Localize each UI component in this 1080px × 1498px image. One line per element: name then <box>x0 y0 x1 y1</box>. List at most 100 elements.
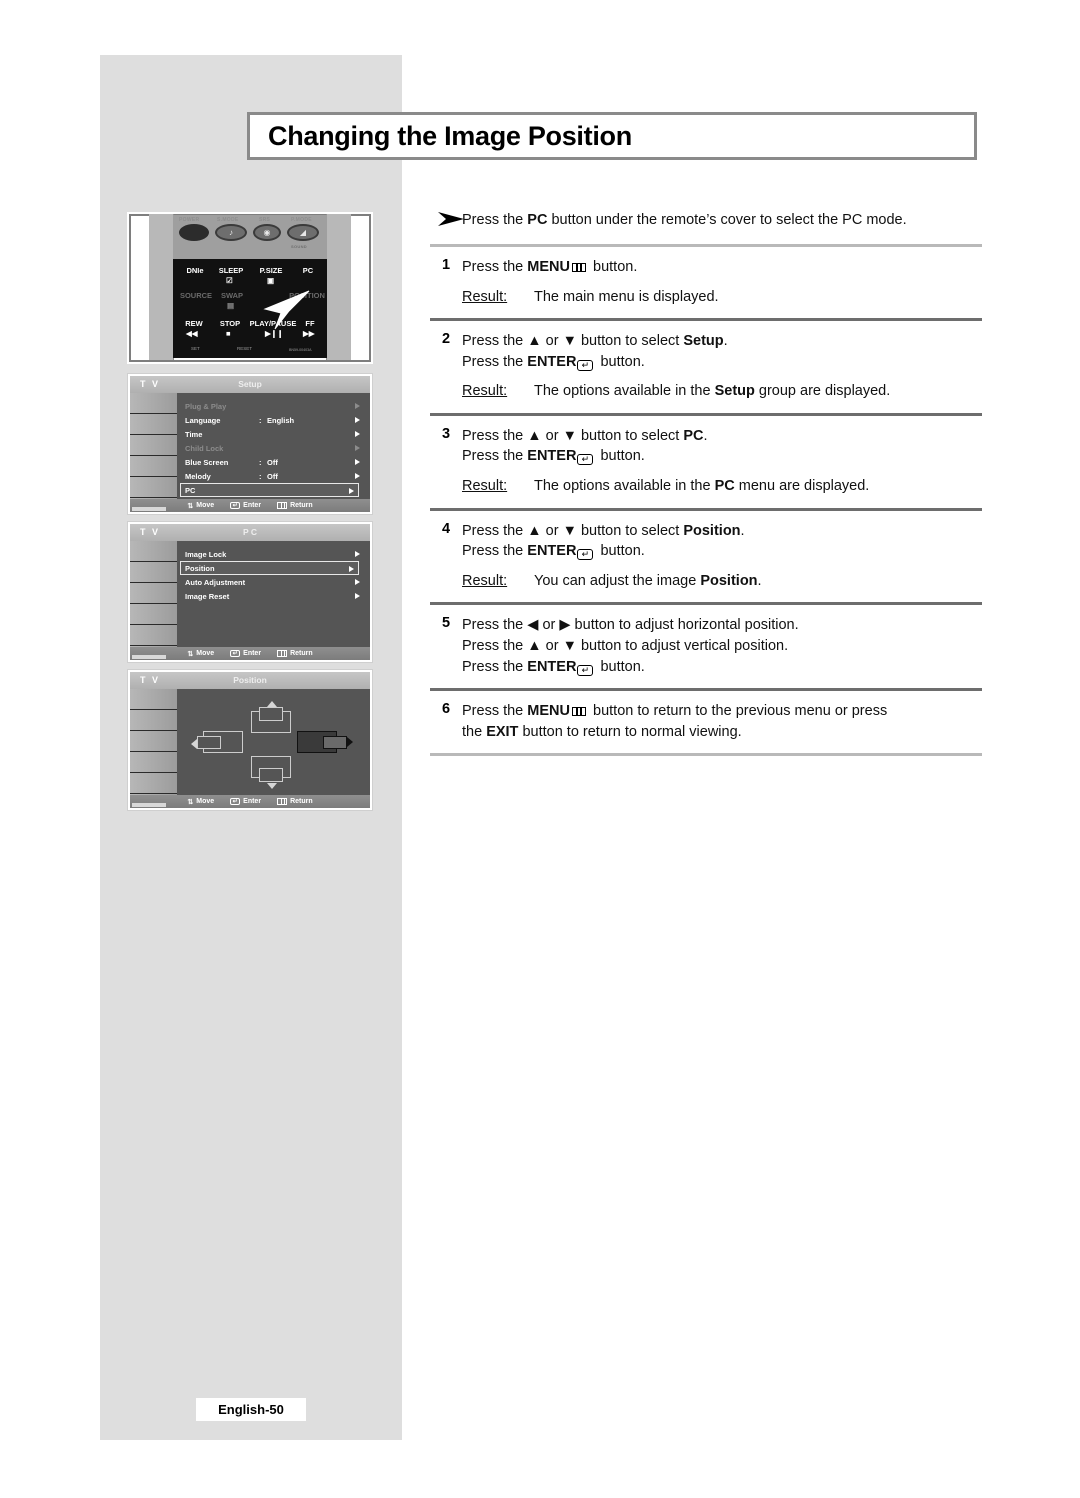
remote-key-swap: SWAP <box>220 291 244 300</box>
step-text: . <box>723 333 728 350</box>
osd-row-value: Off <box>267 471 278 481</box>
updown-icon: ⇅ <box>187 798 194 806</box>
step-number: 5 <box>442 615 451 632</box>
osd-footer-move: ⇅ Move <box>187 650 214 658</box>
osd-footer-return-label: Return <box>290 798 313 805</box>
page-title-box: Changing the Image Position <box>247 112 977 160</box>
step-4-text: Press the ▲ or ▼ button to select Positi… <box>462 521 982 592</box>
remote-key-dnie: DNIe <box>186 266 204 275</box>
osd-setup-row-melody[interactable]: Melody : Off <box>185 469 364 483</box>
step-text: button. <box>596 448 645 465</box>
osd-footer-move: ⇅ Move <box>187 798 214 806</box>
osd-row-label: Child Lock <box>185 443 224 453</box>
osd-pc-icon-rail <box>130 541 177 649</box>
remote-key-source: SOURCE <box>179 291 213 300</box>
step-text: Press the <box>462 658 528 675</box>
remote-hidden-keypad: DNIe SLEEP P.SIZE PC ☑ ▣ SOURCE SWAP POS… <box>173 259 327 358</box>
step-4: 4 Press the ▲ or ▼ button to select Posi… <box>430 511 982 603</box>
osd-rail-cell <box>130 541 177 562</box>
osd-setup-body: Plug & Play Language : English Time Chil… <box>130 393 370 501</box>
osd-scroll-indicator[interactable] <box>132 655 166 659</box>
enter-icon: ↵ <box>230 502 241 509</box>
step-text: . <box>740 522 745 539</box>
result-post: . <box>757 572 762 589</box>
osd-position-screenshot: T V Position ⇅ Move ↵ Enter Return <box>127 669 373 811</box>
chevron-right-icon <box>355 416 360 423</box>
osd-pc-body: Image Lock Position Auto Adjustment Imag… <box>130 541 370 649</box>
divider <box>430 753 982 757</box>
chevron-right-icon <box>355 578 360 585</box>
osd-position-body <box>130 689 370 797</box>
enter-icon: ↵ <box>577 454 594 466</box>
step-text: Press the ▲ or ▼ button to select <box>462 427 684 444</box>
remote-key-sleep: SLEEP <box>218 266 244 275</box>
osd-setup-row-child-lock[interactable]: Child Lock <box>185 441 364 455</box>
osd-footer-move-label: Move <box>196 502 215 509</box>
osd-row-label: Time <box>185 429 203 439</box>
updown-icon: ⇅ <box>187 502 194 510</box>
result-post: group are displayed. <box>754 383 891 400</box>
fast-forward-icon: ▶▶ <box>303 329 315 338</box>
enter-icon: ↵ <box>577 359 594 371</box>
remote-picture-mode-button: ◢ <box>287 224 319 241</box>
stop-icon: ■ <box>226 329 231 338</box>
osd-row-colon: : <box>259 471 262 481</box>
osd-pc-row-image-reset[interactable]: Image Reset <box>185 589 364 603</box>
intro-bold: PC <box>527 212 548 228</box>
osd-row-label: Image Reset <box>185 591 230 601</box>
osd-scroll-indicator[interactable] <box>132 803 166 807</box>
osd-footer-return: Return <box>277 650 313 657</box>
page-title: Changing the Image Position <box>268 120 632 151</box>
osd-footer-enter-label: Enter <box>243 650 262 657</box>
result-label: Result: <box>462 572 508 589</box>
osd-footer-return: Return <box>277 798 313 805</box>
remote-key-ff: FF <box>305 319 315 328</box>
result-label: Result: <box>462 288 508 305</box>
osd-pc-header: T V P C <box>130 524 370 541</box>
step-3-text: Press the ▲ or ▼ button to select PC. Pr… <box>462 426 982 497</box>
osd-setup-row-language[interactable]: Language : English <box>185 413 364 427</box>
remote-label-pmode: P.MODE <box>291 217 312 223</box>
osd-pc-row-position[interactable]: Position <box>180 561 359 575</box>
osd-setup-row-blue-screen[interactable]: Blue Screen : Off <box>185 455 364 469</box>
step-number: 6 <box>442 701 451 718</box>
osd-footer-return: Return <box>277 502 313 509</box>
osd-pc-footer: ⇅ Move ↵ Enter Return <box>130 647 370 660</box>
osd-pc-row-image-lock[interactable]: Image Lock <box>185 547 364 561</box>
step-5: 5 Press the ◀ or ▶ button to adjust hori… <box>430 605 982 688</box>
step-bold: Setup <box>683 333 724 350</box>
remote-top-small-text: SOUND <box>291 244 307 249</box>
position-adjust-diagram <box>185 693 364 793</box>
osd-setup-row-pc[interactable]: PC <box>180 483 359 497</box>
up-position-icon[interactable] <box>247 701 295 733</box>
enter-icon: ↵ <box>230 798 241 805</box>
step-text: Press the ▲ or ▼ button to select <box>462 522 684 539</box>
step-bold: ENTER <box>527 448 577 465</box>
right-position-icon[interactable] <box>297 731 353 755</box>
osd-row-label: Melody <box>185 471 211 481</box>
osd-setup-row-plug-and-play[interactable]: Plug & Play <box>185 399 364 413</box>
osd-pc-row-auto-adjustment[interactable]: Auto Adjustment <box>185 575 364 589</box>
chevron-right-icon <box>349 487 354 494</box>
step-text: button. <box>596 353 645 370</box>
left-position-icon[interactable] <box>191 731 245 755</box>
remote-srs-button: ◉ <box>253 224 281 241</box>
step-number: 2 <box>442 331 451 348</box>
osd-rail-cell <box>130 689 177 710</box>
menu-icon <box>571 263 586 272</box>
osd-scroll-indicator[interactable] <box>132 507 166 511</box>
enter-icon: ↵ <box>230 650 241 657</box>
step-6: 6 Press the MENU button to return to the… <box>430 691 982 753</box>
osd-setup-row-time[interactable]: Time <box>185 427 364 441</box>
osd-position-header: T V Position <box>130 672 370 689</box>
step-2: 2 Press the ▲ or ▼ button to select Setu… <box>430 321 982 413</box>
down-position-icon[interactable] <box>247 756 295 790</box>
step-text: button. <box>588 259 638 275</box>
page-footer-box: English-50 <box>196 1398 306 1421</box>
result-text: The options available in the PC menu are… <box>534 476 982 497</box>
osd-rail-cell <box>130 773 177 794</box>
rewind-icon: ◀◀ <box>186 329 198 338</box>
osd-footer-move-label: Move <box>196 650 215 657</box>
result-text: The main menu is displayed. <box>534 288 719 305</box>
step-text: Press the ◀ or ▶ button to adjust horizo… <box>462 617 799 634</box>
